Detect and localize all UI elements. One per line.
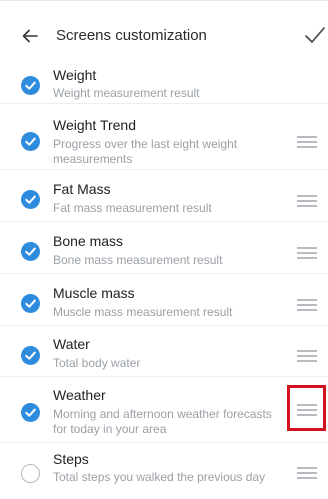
top-divider [0, 0, 328, 1]
confirm-check-icon[interactable] [304, 24, 326, 46]
check-mark-icon [25, 81, 36, 90]
check-mark-icon [25, 137, 36, 146]
check-mark-icon [25, 195, 36, 204]
checkbox-muscle-mass[interactable] [21, 294, 40, 313]
list-item-weight-trend[interactable]: Weight Trend Progress over the last eigh… [0, 104, 328, 170]
list-item-steps[interactable]: Steps Total steps you walked the previou… [0, 443, 328, 499]
checkbox-fat-mass[interactable] [21, 190, 40, 209]
item-title: Bone mass [53, 233, 124, 249]
item-title: Steps [53, 451, 89, 467]
list-item-weight[interactable]: Weight Weight measurement result [0, 58, 328, 104]
item-title: Weight Trend [53, 117, 137, 133]
highlight-box [287, 385, 326, 431]
drag-handle-icon[interactable] [297, 195, 317, 207]
item-title: Muscle mass [53, 285, 135, 301]
check-mark-icon [25, 351, 36, 360]
page-title: Screens customization [56, 27, 207, 44]
check-mark-icon [25, 408, 36, 417]
item-description: Muscle mass measurement result [53, 305, 233, 319]
item-description: Total body water [53, 356, 141, 370]
check-mark-icon [25, 247, 36, 256]
item-title: Weight [53, 67, 97, 83]
list-item-bone-mass[interactable]: Bone mass Bone mass measurement result [0, 222, 328, 274]
list-item-water[interactable]: Water Total body water [0, 326, 328, 377]
checkbox-weight-trend[interactable] [21, 132, 40, 151]
checkbox-water[interactable] [21, 346, 40, 365]
back-arrow-icon[interactable] [21, 27, 39, 45]
item-description: Morning and afternoon weather forecasts … [53, 407, 272, 436]
drag-handle-icon[interactable] [297, 247, 317, 259]
checkbox-steps[interactable] [21, 464, 40, 483]
checkbox-weight[interactable] [21, 76, 40, 95]
app-header: Screens customization [0, 14, 328, 58]
item-title: Fat Mass [53, 181, 111, 197]
check-mark-icon [25, 299, 36, 308]
item-title: Weather [53, 387, 106, 403]
drag-handle-icon[interactable] [297, 299, 317, 311]
item-title: Water [53, 336, 90, 352]
drag-handle-icon[interactable] [297, 136, 317, 148]
item-description: Weight measurement result [53, 86, 200, 100]
checkbox-bone-mass[interactable] [21, 242, 40, 261]
drag-handle-icon[interactable] [297, 467, 317, 479]
item-description: Bone mass measurement result [53, 253, 223, 267]
list-item-fat-mass[interactable]: Fat Mass Fat mass measurement result [0, 170, 328, 222]
list-item-muscle-mass[interactable]: Muscle mass Muscle mass measurement resu… [0, 274, 328, 326]
list-item-weather[interactable]: Weather Morning and afternoon weather fo… [0, 377, 328, 443]
item-description: Total steps you walked the previous day [53, 470, 266, 484]
checkbox-weather[interactable] [21, 403, 40, 422]
drag-handle-icon[interactable] [297, 350, 317, 362]
item-description: Fat mass measurement result [53, 201, 212, 215]
item-description: Progress over the last eight weight meas… [53, 137, 238, 166]
